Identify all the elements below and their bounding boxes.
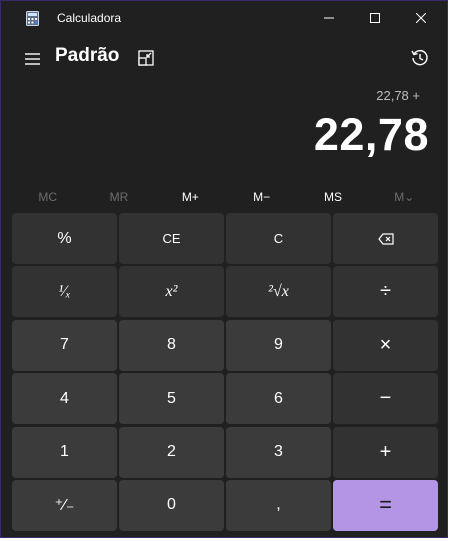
calculator-app-icon xyxy=(26,11,39,26)
digit-4-button[interactable]: 4 xyxy=(12,373,117,425)
close-icon xyxy=(416,13,426,23)
memory-recall-button[interactable]: MR xyxy=(83,184,154,210)
maximize-button[interactable] xyxy=(352,1,398,35)
digit-6-button[interactable]: 6 xyxy=(226,373,331,425)
hamburger-icon[interactable] xyxy=(23,49,43,69)
expression-display: 22,78 + xyxy=(376,88,420,103)
multiply-button[interactable]: × xyxy=(333,319,438,371)
backspace-icon xyxy=(377,232,394,245)
percent-button[interactable]: % xyxy=(12,213,117,264)
maximize-icon xyxy=(370,13,380,23)
history-icon[interactable] xyxy=(410,48,430,68)
digit-2-button[interactable]: 2 xyxy=(119,426,224,478)
memory-bar: MC MR M+ M− MS M⌄ xyxy=(12,184,440,210)
square-root-button[interactable]: ²√x xyxy=(226,266,331,318)
plus-button[interactable]: + xyxy=(333,426,438,478)
minimize-button[interactable] xyxy=(306,1,352,35)
digit-8-button[interactable]: 8 xyxy=(119,319,224,371)
decimal-button[interactable]: , xyxy=(226,479,331,531)
keypad: % CE C ¹⁄ₓ x² ²√x ÷ 7 8 9 × 4 5 6 − 1 2 … xyxy=(12,213,440,531)
keep-on-top-icon[interactable] xyxy=(137,49,155,67)
reciprocal-button[interactable]: ¹⁄ₓ xyxy=(12,266,117,318)
digit-3-button[interactable]: 3 xyxy=(226,426,331,478)
title-bar[interactable]: Calculadora xyxy=(1,1,447,35)
window-title: Calculadora xyxy=(57,11,122,25)
minus-button[interactable]: − xyxy=(333,373,438,425)
digit-1-button[interactable]: 1 xyxy=(12,426,117,478)
close-button[interactable] xyxy=(398,1,444,35)
calculator-window: Calculadora Padrão 22,78 + 22,78 MC MR M… xyxy=(0,0,448,538)
square-button[interactable]: x² xyxy=(119,266,224,318)
digit-0-button[interactable]: 0 xyxy=(119,479,224,531)
digit-9-button[interactable]: 9 xyxy=(226,319,331,371)
backspace-button[interactable] xyxy=(333,213,438,264)
memory-list-button[interactable]: M⌄ xyxy=(369,184,440,210)
negate-button[interactable]: ⁺∕₋ xyxy=(12,479,117,531)
result-display: 22,78 xyxy=(313,109,429,160)
memory-subtract-button[interactable]: M− xyxy=(226,184,297,210)
digit-5-button[interactable]: 5 xyxy=(119,373,224,425)
memory-store-button[interactable]: MS xyxy=(297,184,368,210)
digit-7-button[interactable]: 7 xyxy=(12,319,117,371)
memory-add-button[interactable]: M+ xyxy=(155,184,226,210)
equals-button[interactable]: = xyxy=(333,479,438,531)
mode-title: Padrão xyxy=(55,45,120,66)
divide-button[interactable]: ÷ xyxy=(333,266,438,318)
clear-button[interactable]: C xyxy=(226,213,331,264)
memory-clear-button[interactable]: MC xyxy=(12,184,83,210)
clear-entry-button[interactable]: CE xyxy=(119,213,224,264)
minimize-icon xyxy=(324,17,334,19)
